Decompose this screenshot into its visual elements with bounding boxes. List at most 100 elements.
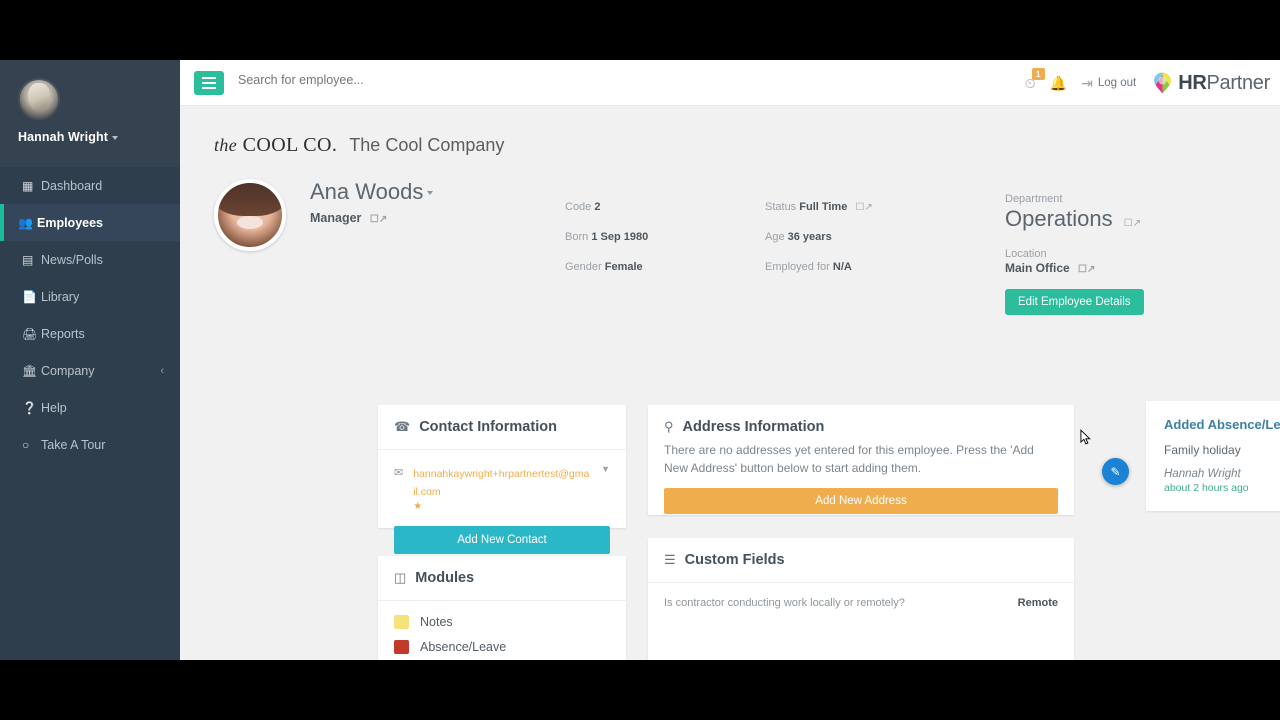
card-header: ☰ Custom Fields xyxy=(648,538,1074,583)
meta-label: Employed for xyxy=(765,261,830,273)
employee-meta-right: Status Full Time ☐↗ Age 36 years Employe… xyxy=(765,179,1005,291)
external-link-icon[interactable]: ☐↗ xyxy=(1078,264,1095,275)
employee-name[interactable]: Ana Woods xyxy=(310,179,565,205)
contact-email-wrap[interactable]: hannahkaywright+hrpartnertest@gmail.com … xyxy=(413,464,591,512)
card-title: Modules xyxy=(415,570,475,586)
sidebar-item-reports[interactable]: 🖨 Reports xyxy=(0,315,180,352)
sidebar-item-label: Library xyxy=(41,289,80,304)
logout-icon: ⇥ xyxy=(1081,74,1093,91)
question-circle-icon: ❔ xyxy=(22,400,37,415)
custom-field-question: Is contractor conducting work locally or… xyxy=(664,597,905,609)
note-icon xyxy=(394,615,409,629)
tasks-icon[interactable]: ⏲ 1 xyxy=(1025,67,1045,92)
chevron-down-icon xyxy=(427,191,434,196)
meta-row-status: Status Full Time ☐↗ xyxy=(765,201,1005,213)
hrpartner-pin-logo xyxy=(1153,71,1173,95)
sidebar-item-help[interactable]: ❔ Help xyxy=(0,389,180,426)
sidebar-item-news-polls[interactable]: ▤ News/Polls xyxy=(0,241,180,278)
browser-viewport: Hannah Wright ▦ Dashboard 👥 Employees ▤ … xyxy=(0,60,1280,660)
company-name: The Cool Company xyxy=(349,135,505,155)
meta-value: N/A xyxy=(832,261,852,273)
employee-profile-strip: Ana Woods Manager ☐↗ Code 2 Born 1 Sep 1… xyxy=(180,157,1280,315)
external-link-icon[interactable]: ☐↗ xyxy=(1124,218,1141,229)
chevron-down-icon xyxy=(111,135,118,140)
location-label: Location xyxy=(1005,248,1047,260)
pencil-edit-icon: ✎ xyxy=(1110,464,1121,479)
sidebar-item-employees[interactable]: 👥 Employees xyxy=(0,204,180,241)
contact-row[interactable]: ✉ hannahkaywright+hrpartnertest@gmail.co… xyxy=(394,464,610,512)
employee-photo[interactable] xyxy=(214,179,286,251)
meta-value: 2 xyxy=(594,201,601,213)
sidebar-item-take-a-tour[interactable]: ○ Take A Tour xyxy=(0,426,180,463)
brand-bold: HR xyxy=(1178,71,1207,94)
employee-name-label: Ana Woods xyxy=(310,179,424,204)
employee-position: Manager ☐↗ xyxy=(310,211,565,225)
sidebar-item-label: Dashboard xyxy=(41,178,103,193)
sidebar-user-profile[interactable]: Hannah Wright xyxy=(0,60,180,167)
module-label: Absence/Leave xyxy=(420,640,507,654)
printer-icon: 🖨 xyxy=(22,326,38,341)
external-link-icon[interactable]: ☐↗ xyxy=(370,214,387,225)
meta-label: Status xyxy=(765,201,797,213)
contact-information-card: ☎ Contact Information ✉ hannahkaywright+… xyxy=(378,405,626,554)
logout-button[interactable]: ⇥ Log out xyxy=(1081,75,1136,92)
meta-value: Full Time xyxy=(799,201,848,213)
company-logo: the COOL CO. xyxy=(214,134,337,157)
absence-card-title[interactable]: Added Absence/Leave xyxy=(1164,417,1280,432)
sidebar-username-label: Hannah Wright xyxy=(18,130,108,144)
news-icon: ▤ xyxy=(22,252,34,267)
map-marker-icon: ⚲ xyxy=(664,419,674,434)
module-item-notes[interactable]: Notes xyxy=(394,615,610,629)
meta-label: Born xyxy=(565,231,589,243)
avatar[interactable] xyxy=(18,78,60,120)
custom-field-answer: Remote xyxy=(1017,597,1058,609)
address-empty-text: There are no addresses yet entered for t… xyxy=(664,443,1034,475)
sidebar-item-company[interactable]: 🏛 Company ‹ xyxy=(0,352,180,389)
brand-light: Partner xyxy=(1206,71,1271,94)
chevron-down-icon[interactable]: ▼ xyxy=(601,464,610,474)
card-title: Address Information xyxy=(682,419,825,435)
absence-timestamp: about 2 hours ago xyxy=(1164,482,1249,494)
meta-label: Age xyxy=(765,231,785,243)
logout-label: Log out xyxy=(1097,77,1137,89)
add-new-address-button[interactable]: Add New Address xyxy=(664,488,1058,514)
brand-logo[interactable]: HRPartner xyxy=(1152,71,1270,95)
absence-author: Hannah Wright xyxy=(1164,468,1241,480)
chevron-left-icon: ‹ xyxy=(160,364,164,377)
card-title: Contact Information xyxy=(419,419,557,435)
employees-icon: 👥 xyxy=(18,215,33,230)
employee-meta-left: Code 2 Born 1 Sep 1980 Gender Female xyxy=(565,179,765,291)
card-body: Notes Absence/Leave Assets Dependents xyxy=(378,601,626,660)
meta-row-born: Born 1 Sep 1980 xyxy=(565,231,765,243)
star-icon: ★ xyxy=(413,501,423,512)
custom-field-row: Is contractor conducting work locally or… xyxy=(664,597,1058,609)
sidebar-item-label: News/Polls xyxy=(41,252,103,267)
notification-badge: 1 xyxy=(1031,67,1045,80)
meta-row-gender: Gender Female xyxy=(565,261,765,273)
meta-value: Female xyxy=(604,261,643,273)
address-information-card: ⚲ Address Information There are no addre… xyxy=(648,405,1074,515)
edit-employee-details-button[interactable]: Edit Employee Details xyxy=(1005,289,1144,315)
add-new-contact-button[interactable]: Add New Contact xyxy=(394,526,610,554)
custom-fields-card: ☰ Custom Fields Is contractor conducting… xyxy=(648,538,1074,660)
employee-position-label: Manager xyxy=(310,211,362,225)
list-alt-icon: ◫ xyxy=(394,570,407,585)
sidebar-item-dashboard[interactable]: ▦ Dashboard xyxy=(0,167,180,204)
sidebar-item-library[interactable]: 📄 Library xyxy=(0,278,180,315)
module-label: Notes xyxy=(420,615,453,629)
card-body: There are no addresses yet entered for t… xyxy=(648,441,1074,528)
bell-icon[interactable]: 🔔 xyxy=(1050,75,1067,92)
card-body: Is contractor conducting work locally or… xyxy=(648,583,1074,623)
sidebar-username[interactable]: Hannah Wright xyxy=(18,130,180,144)
absence-text: Family holiday xyxy=(1164,443,1241,457)
module-item-absence-leave[interactable]: Absence/Leave xyxy=(394,640,610,654)
external-link-icon[interactable]: ☐↗ xyxy=(855,202,872,213)
floating-edit-button[interactable]: ✎ xyxy=(1102,458,1129,485)
contact-email: hannahkaywright+hrpartnertest@gmail.com xyxy=(413,468,590,498)
search-input[interactable] xyxy=(238,73,658,87)
department-value: Operations ☐↗ xyxy=(1005,206,1255,232)
sidebar-item-label: Company xyxy=(41,363,95,378)
meta-value: 1 Sep 1980 xyxy=(591,231,649,243)
sidebar-item-label: Take A Tour xyxy=(41,437,106,452)
hamburger-icon[interactable] xyxy=(194,71,224,95)
